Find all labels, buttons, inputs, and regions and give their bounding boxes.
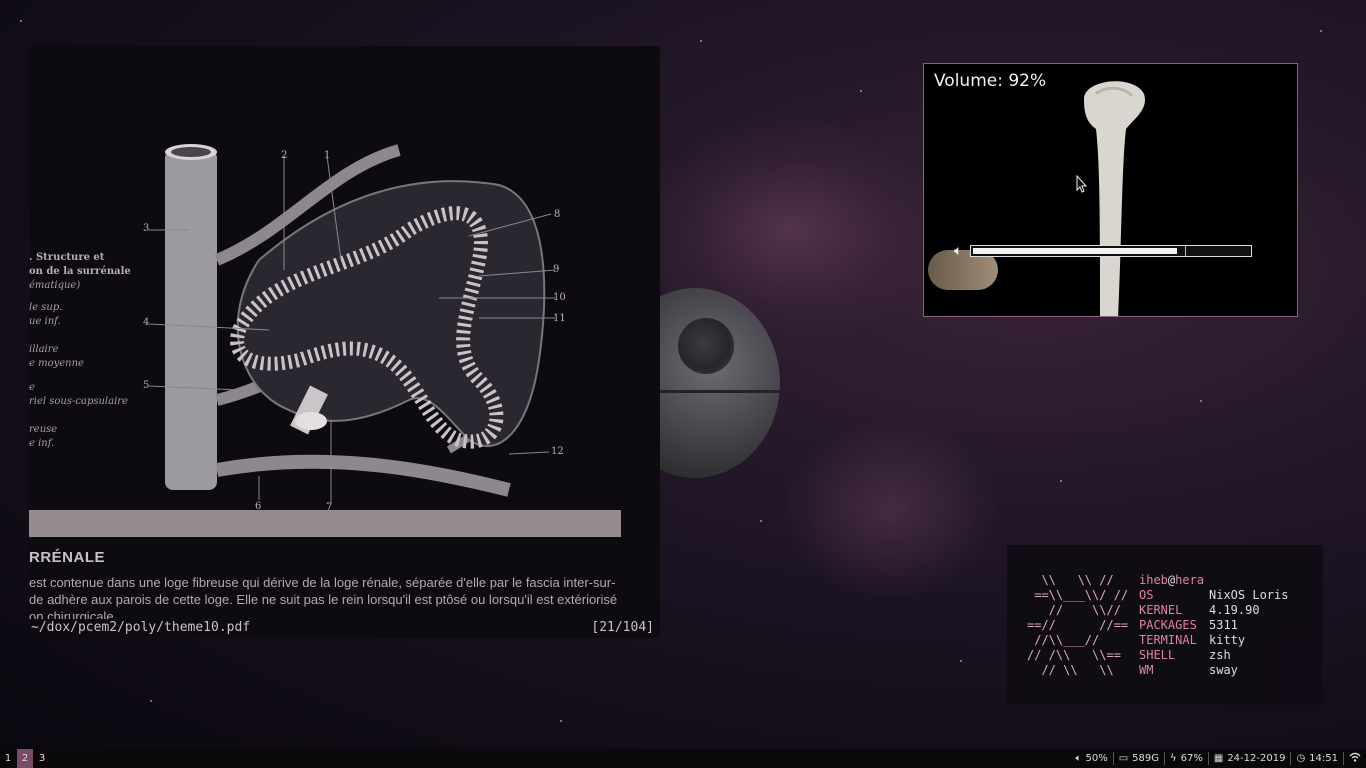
star [860, 90, 862, 92]
volume-slider-fill [973, 248, 1177, 254]
star [560, 720, 562, 722]
bolt-icon: ϟ [1170, 753, 1177, 764]
status-modules: 🔈︎ 50% ▭ 589G ϟ 67% ▦ 24-12-2019 ◷ 14:51 [1070, 749, 1366, 768]
time-value: 14:51 [1309, 753, 1338, 764]
info-row-shell: SHELL zsh [1139, 648, 1288, 663]
system-info: iheb@hera OS NixOS Loris KERNEL 4.19.90 PA… [1139, 573, 1288, 678]
page-indicator: [21/104] [591, 620, 654, 635]
pdf-status-bar: ~/dox/pcem2/poly/theme10.pdf [21/104] [29, 619, 660, 638]
caption-item: riel sous-capsulaire [29, 396, 128, 407]
figure-number: 8 [554, 209, 561, 220]
info-row-os: OS NixOS Loris [1139, 588, 1288, 603]
figure-number: 2 [281, 150, 288, 161]
speaker-icon: 🔈︎ [1075, 753, 1082, 764]
info-key: KERNEL [1139, 603, 1183, 617]
caption-title: . Structure et [29, 252, 105, 263]
info-key: PACKAGES [1139, 618, 1197, 632]
star [1320, 30, 1322, 32]
info-value: 4.19.90 [1209, 603, 1260, 617]
info-value: 5311 [1209, 618, 1238, 632]
calendar-icon: ▦ [1213, 753, 1224, 764]
clock-icon: ◷ [1296, 753, 1306, 764]
info-value: sway [1209, 663, 1238, 677]
section-banner [29, 510, 621, 537]
figure-number: 12 [551, 446, 564, 457]
caption-item: e moyenne [29, 358, 84, 369]
volume-module[interactable]: 🔈︎ 50% [1070, 752, 1112, 765]
pdf-viewer-window[interactable]: 1 2 3 4 5 6 7 8 9 10 11 12 . Structure e… [29, 46, 660, 638]
figure-number: 3 [143, 223, 150, 234]
volume-value: 50% [1085, 753, 1108, 764]
figure-number: 10 [553, 292, 566, 303]
speaker-icon: 🔈︎ [954, 243, 963, 259]
info-row-kernel: KERNEL 4.19.90 [1139, 603, 1288, 618]
info-row-packages: PACKAGES 5311 [1139, 618, 1288, 633]
battery-value: 67% [1180, 753, 1203, 764]
bone-image [1084, 81, 1145, 316]
hostname: hera [1175, 573, 1205, 587]
caption-item: illaire [29, 344, 59, 355]
workspace-button-3[interactable]: 3 [34, 749, 50, 768]
body-paragraph: est contenue dans une loge fibreuse qui … [29, 574, 654, 620]
info-key: SHELL [1139, 648, 1176, 662]
nebula [780, 420, 1000, 600]
disk-module: ▭ 589G [1112, 752, 1164, 765]
terminal-window[interactable]: \\ \\ // ==\\___\\/ // // \\// ==// //==… [1007, 545, 1323, 705]
info-key: OS [1139, 588, 1154, 602]
file-path: ~/dox/pcem2/poly/theme10.pdf [31, 620, 251, 635]
info-value: kitty [1209, 633, 1246, 647]
paragraph-line: de adhère aux parois de cette loge. Elle… [29, 592, 618, 607]
video-player-window[interactable]: Volume: 92% 🔈︎ [923, 63, 1298, 317]
figure-number: 9 [553, 264, 560, 275]
volume-osd-text: Volume: 92% [934, 71, 1047, 91]
star [150, 700, 152, 702]
figure-number: 1 [324, 150, 331, 161]
hard-drive-icon: ▭ [1118, 753, 1129, 764]
star [760, 520, 762, 522]
mouse-cursor-icon [1076, 175, 1088, 193]
star [20, 20, 22, 22]
death-star-dish [678, 318, 734, 374]
paragraph-line: est contenue dans une loge fibreuse qui … [29, 575, 616, 590]
caption-title: on de la surrénale [29, 266, 131, 277]
caption-item: ue inf. [29, 316, 61, 327]
info-key: WM [1139, 663, 1154, 677]
info-row-terminal: TERMINAL kitty [1139, 633, 1288, 648]
star [1200, 400, 1202, 402]
date-value: 24-12-2019 [1227, 753, 1286, 764]
star [700, 40, 702, 42]
info-value: NixOS Loris [1209, 588, 1289, 602]
workspace-button-2[interactable]: 2 [17, 749, 33, 768]
battery-module: ϟ 67% [1164, 752, 1208, 765]
figure-side-caption: . Structure et on de la surrénale ématiq… [29, 251, 149, 451]
section-heading: RRÉNALE [29, 549, 106, 566]
volume-slider-marker [1185, 246, 1186, 256]
caption-subtitle: ématique) [29, 280, 81, 291]
username: iheb [1139, 573, 1168, 587]
wifi-icon [1349, 752, 1361, 765]
vein-shape [165, 150, 217, 490]
figure-number: 11 [553, 313, 566, 324]
date-module: ▦ 24-12-2019 [1207, 752, 1291, 765]
caption-item: le sup. [29, 302, 63, 313]
caption-item: e [29, 382, 35, 393]
info-row-wm: WM sway [1139, 663, 1288, 678]
caption-item: reuse [29, 424, 58, 435]
network-module[interactable] [1343, 752, 1366, 765]
info-value: zsh [1209, 648, 1231, 662]
volume-slider[interactable] [970, 245, 1252, 257]
star [1060, 480, 1062, 482]
status-bar: 1 2 3 🔈︎ 50% ▭ 589G ϟ 67% ▦ 24-12-2019 ◷… [0, 749, 1366, 768]
star [960, 660, 962, 662]
nixos-ascii-logo: \\ \\ // ==\\___\\/ // // \\// ==// //==… [1027, 573, 1129, 677]
caption-item: e inf. [29, 438, 55, 449]
user-host: iheb@hera [1139, 573, 1288, 588]
disk-value: 589G [1132, 753, 1160, 764]
workspace-button-1[interactable]: 1 [0, 749, 16, 768]
info-key: TERMINAL [1139, 633, 1197, 647]
clock-module: ◷ 14:51 [1290, 752, 1343, 765]
